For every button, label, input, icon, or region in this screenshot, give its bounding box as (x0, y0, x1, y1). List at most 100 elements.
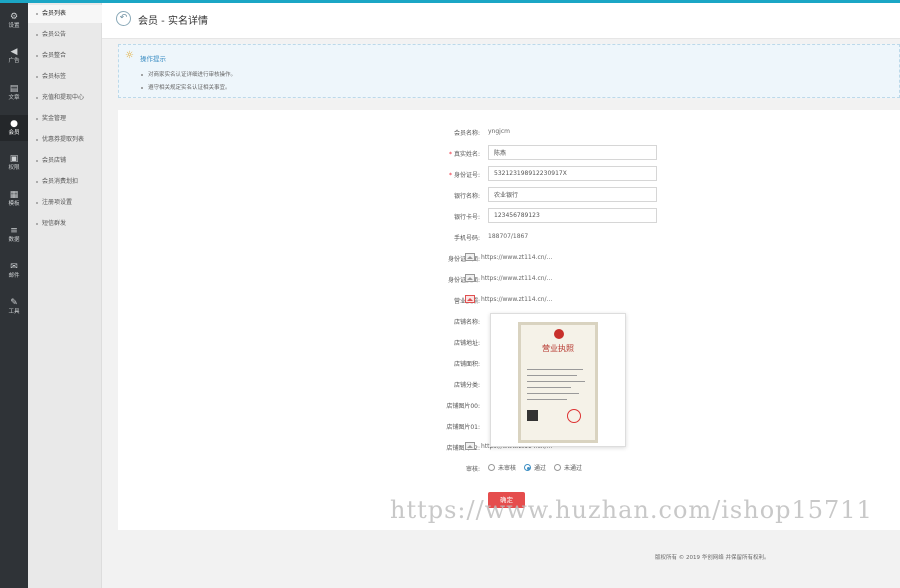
phone-value: 188707/1867 (488, 233, 529, 240)
rail-item-articles[interactable]: ▤ 文章 (0, 80, 28, 106)
bullet-dot (36, 76, 38, 78)
bank-name-input[interactable] (488, 187, 657, 202)
license-line (527, 369, 583, 370)
bank-card-input[interactable] (488, 208, 657, 223)
license-line (527, 387, 571, 388)
radio-circle (488, 464, 495, 471)
realname-label: * 真实姓名: (448, 151, 480, 158)
license-preview-popup: 营业执照 (490, 313, 626, 447)
phone-label: 手机号码: (453, 235, 480, 242)
bullet-dot (36, 223, 38, 225)
submenu-item-bonus[interactable]: 奖金管理 (28, 110, 102, 128)
license-line (527, 381, 585, 382)
username-value: yngjcm (488, 128, 510, 135)
submenu-item-member-list[interactable]: 会员列表 (28, 5, 102, 23)
member-submenu: 会员列表 会员公告 会员整合 会员标签 充值和提现中心 奖金管理 优惠券提取列表… (28, 3, 102, 588)
shop-category-label: 店铺分类: (453, 382, 480, 389)
rail-item-mail[interactable]: ✉ 邮件 (0, 258, 28, 284)
verification-detail-form: 会员名称: yngjcm *真实姓名: *身份证号: 银行名称: 银行卡号: 手… (118, 110, 900, 530)
username-label: 会员名称: (453, 130, 480, 137)
submenu-item-sms[interactable]: 短信群发 (28, 215, 102, 233)
bullet-dot (141, 86, 143, 89)
rail-item-settings[interactable]: ⚙ 设置 (0, 8, 28, 34)
document-icon: ▤ (9, 84, 19, 94)
audit-option-approved[interactable]: 通过 (524, 463, 546, 472)
gear-icon: ⚙ (9, 12, 19, 22)
lightbulb-icon: ☼ (125, 50, 134, 61)
qr-code-icon (527, 410, 538, 421)
shop-name-label: 店铺名称: (453, 319, 480, 326)
tips-line: 遵守相关规定实名认证相关事宜。 (141, 83, 231, 91)
license-line (527, 393, 579, 394)
rail-item-data[interactable]: ≡ 数据 (0, 222, 28, 248)
back-arrow-icon[interactable]: ↶ (116, 11, 131, 26)
page-header: ↶ 会员 - 实名详情 (102, 3, 900, 39)
submenu-item-member-tags[interactable]: 会员标签 (28, 68, 102, 86)
idcard-input[interactable] (488, 166, 657, 181)
bullet-dot (36, 13, 38, 15)
id-back-image-link[interactable]: https://www.zt114.cn/... (465, 274, 552, 282)
lock-icon: ▣ (9, 154, 19, 164)
submenu-item-register-settings[interactable]: 注册项设置 (28, 194, 102, 212)
radio-circle (554, 464, 562, 471)
image-icon (465, 442, 475, 450)
mail-icon: ✉ (10, 262, 18, 272)
copyright-footer: 版权所有 © 2019 华创网络 并保留所有权利。 (655, 555, 770, 561)
image-icon (465, 253, 475, 261)
realname-input[interactable] (488, 145, 657, 160)
rail-item-members[interactable]: ● 会员 (0, 115, 28, 141)
license-title: 营业执照 (542, 344, 574, 353)
audit-option-rejected[interactable]: 未通过 (554, 463, 582, 472)
bullet-dot (36, 118, 38, 120)
required-mark: * (448, 172, 452, 179)
national-emblem-icon (554, 329, 564, 339)
audit-radio-group: 未审核 通过 未通过 (488, 463, 582, 472)
bullet-dot (36, 139, 38, 141)
bullet-dot (36, 97, 38, 99)
bullet-dot (36, 160, 38, 162)
audit-option-pending[interactable]: 未审核 (488, 463, 516, 472)
rail-item-permissions[interactable]: ▣ 权限 (0, 150, 28, 176)
operation-tips: ☼ 操作提示 对商家实名认证详细进行审核操作。 遵守相关规定实名认证相关事宜。 (118, 44, 900, 98)
watermark-text: https://www.huzhan.com/ishop15711 (390, 496, 873, 524)
license-line (527, 375, 577, 376)
shop-image-01-label: 店铺图片01: (446, 424, 480, 431)
rail-item-tools[interactable]: ✎ 工具 (0, 294, 28, 320)
submenu-item-member-integrate[interactable]: 会员整合 (28, 47, 102, 65)
submenu-item-coupons[interactable]: 优惠券提取列表 (28, 131, 102, 149)
license-line (527, 399, 567, 400)
image-icon (465, 295, 475, 303)
bullet-dot (141, 73, 143, 76)
bullet-dot (36, 55, 38, 57)
submenu-item-consumption[interactable]: 会员消费划扣 (28, 173, 102, 191)
bank-name-label: 银行名称: (453, 193, 480, 200)
id-front-image-link[interactable]: https://www.zt114.cn/... (465, 253, 552, 261)
submenu-item-member-shops[interactable]: 会员店铺 (28, 152, 102, 170)
tools-icon: ✎ (10, 298, 18, 308)
radio-circle (524, 464, 532, 471)
shop-address-label: 店铺地址: (453, 340, 480, 347)
main-nav-rail: ⚙ 设置 ◀ 广告 ▤ 文章 ● 会员 ▣ 权限 ▦ 模板 ≡ 数据 ✉ 邮件 … (0, 3, 28, 588)
idcard-label: * 身份证号: (448, 172, 480, 179)
business-license-image: 营业执照 (518, 322, 598, 443)
bullet-dot (36, 34, 38, 36)
page-title: 会员 - 实名详情 (138, 16, 208, 27)
submenu-item-member-notice[interactable]: 会员公告 (28, 26, 102, 44)
tips-title: 操作提示 (140, 55, 166, 63)
rail-item-templates[interactable]: ▦ 模板 (0, 186, 28, 212)
audit-label: 审核: (465, 466, 480, 473)
license-image-link[interactable]: https://www.zt114.cn/... (465, 295, 552, 303)
shop-image-00-label: 店铺图片00: (446, 403, 480, 410)
speaker-icon: ◀ (10, 47, 18, 57)
rail-item-ads[interactable]: ◀ 广告 (0, 43, 28, 69)
grid-icon: ▦ (9, 190, 19, 200)
bullet-dot (36, 202, 38, 204)
required-mark: * (448, 151, 452, 158)
user-icon: ● (10, 119, 18, 129)
bullet-dot (36, 181, 38, 183)
image-icon (465, 274, 475, 282)
submenu-item-recharge-center[interactable]: 充值和提现中心 (28, 89, 102, 107)
shop-area-label: 店铺面积: (453, 361, 480, 368)
database-icon: ≡ (10, 226, 18, 236)
official-stamp-icon (567, 409, 581, 423)
